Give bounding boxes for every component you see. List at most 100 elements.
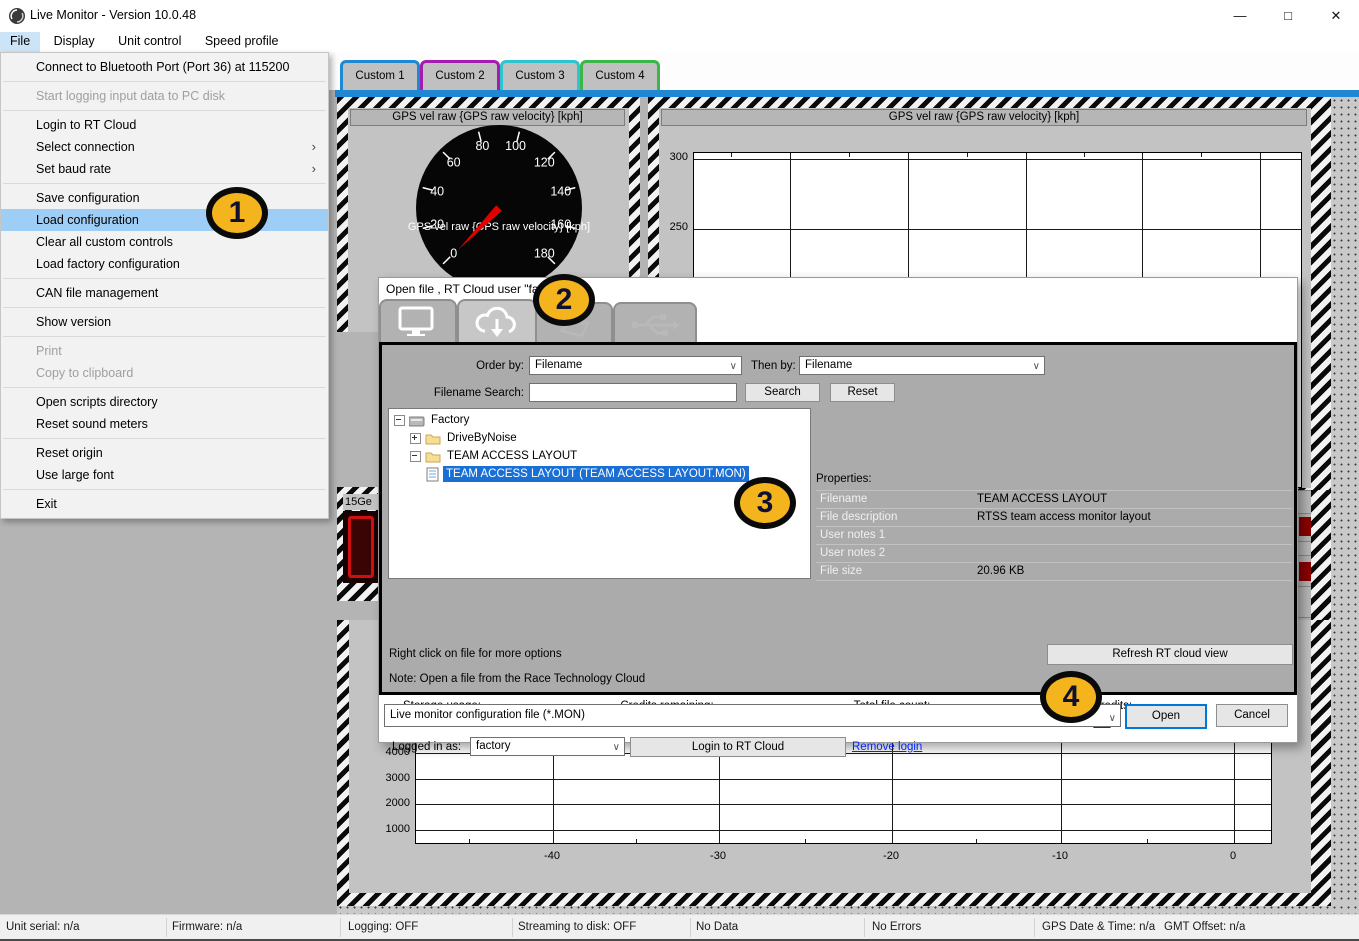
open-file-dialog: Open file , RT Cloud user "fa: [378, 277, 1298, 743]
open-button[interactable]: Open: [1125, 704, 1207, 729]
menu-separator: [3, 110, 326, 111]
callout-1: 1: [206, 187, 268, 239]
properties-table: Filename TEAM ACCESS LAYOUT File descrip…: [816, 490, 1292, 581]
top-chart-title: GPS vel raw {GPS raw velocity} [kph]: [661, 109, 1307, 126]
cancel-button[interactable]: Cancel: [1216, 704, 1288, 727]
file-type-select[interactable]: Live monitor configuration file (*.MON) …: [384, 704, 1121, 727]
drive-icon: [409, 415, 425, 427]
monitor-icon: [394, 306, 438, 338]
close-button[interactable]: ✕: [1321, 6, 1351, 26]
bottom-chart-xtick--20: -20: [871, 850, 911, 862]
status-unit-serial: Unit serial: n/a: [6, 921, 80, 933]
title-bar: Live Monitor - Version 10.0.48 — □ ✕: [0, 0, 1359, 32]
menubar-item-unit-control[interactable]: Unit control: [108, 32, 191, 52]
bottom-chart-ytick-3000: 3000: [378, 772, 410, 784]
status-data: No Data: [696, 921, 738, 933]
logged-in-as-select[interactable]: factory ∨: [470, 737, 625, 756]
tab-custom-3[interactable]: Custom 3: [500, 60, 580, 90]
menubar-item-file[interactable]: File: [0, 32, 40, 52]
gear-panel-label: 15Ge: [343, 494, 380, 510]
gauge-label-120: 120: [534, 156, 555, 170]
expand-icon[interactable]: [410, 433, 421, 444]
collapse-icon[interactable]: [410, 451, 421, 462]
remove-login-link[interactable]: Remove login: [852, 741, 922, 753]
folder-icon: [425, 432, 441, 445]
menu-bar: File Display Unit control Speed profile: [0, 32, 1359, 52]
menu-item-set-baud-rate[interactable]: Set baud rate›: [1, 158, 328, 180]
menubar-item-display[interactable]: Display: [44, 32, 105, 52]
then-by-select[interactable]: Filename ∨: [799, 356, 1045, 375]
submenu-arrow-icon: ›: [312, 158, 316, 180]
menu-item-reset-sound-meters[interactable]: Reset sound meters: [1, 413, 328, 435]
folder-icon: [425, 450, 441, 463]
tab-local-files[interactable]: [379, 299, 457, 344]
filename-search-label: Filename Search:: [418, 387, 524, 399]
gauge-label-140: 140: [550, 184, 571, 198]
menu-item-save-configuration[interactable]: Save configuration: [1, 187, 328, 209]
tree-item-root[interactable]: Factory: [431, 412, 469, 428]
menu-item-load-factory-configuration[interactable]: Load factory configuration: [1, 253, 328, 275]
menubar-item-speed-profile[interactable]: Speed profile: [195, 32, 289, 52]
app-icon: [8, 7, 26, 25]
bottom-chart-xtick--30: -30: [698, 850, 738, 862]
gear-display: [343, 511, 378, 583]
tree-item-folder[interactable]: TEAM ACCESS LAYOUT: [447, 448, 577, 464]
menu-item-reset-origin[interactable]: Reset origin: [1, 442, 328, 464]
property-row: File description RTSS team access monito…: [816, 509, 1292, 527]
gauge-label-100: 100: [505, 139, 526, 153]
refresh-rt-cloud-button[interactable]: Refresh RT cloud view: [1047, 644, 1293, 665]
tab-custom-2[interactable]: Custom 2: [420, 60, 500, 90]
tab-custom-1[interactable]: Custom 1: [340, 60, 420, 90]
tree-item-selected-file[interactable]: TEAM ACCESS LAYOUT (TEAM ACCESS LAYOUT.M…: [443, 466, 749, 482]
menu-item-can-file-management[interactable]: CAN file management: [1, 282, 328, 304]
tab-usb[interactable]: [613, 302, 697, 344]
callout-3: 3: [734, 477, 796, 529]
filename-search-input[interactable]: [529, 383, 737, 402]
status-separator: [166, 918, 167, 937]
login-rt-cloud-button[interactable]: Login to RT Cloud: [630, 737, 846, 757]
menu-item-open-scripts-directory[interactable]: Open scripts directory: [1, 391, 328, 413]
reset-button[interactable]: Reset: [830, 383, 895, 402]
minimize-button[interactable]: —: [1225, 6, 1255, 26]
status-gmt-offset: GMT Offset: n/a: [1164, 921, 1245, 933]
tree-item-folder[interactable]: DriveByNoise: [447, 430, 517, 446]
usb-icon: [629, 309, 681, 339]
order-by-label: Order by:: [442, 360, 524, 372]
menu-item-show-version[interactable]: Show version: [1, 311, 328, 333]
then-by-label: Then by:: [751, 360, 796, 372]
property-row: Filename TEAM ACCESS LAYOUT: [816, 491, 1292, 509]
dialog-note: Note: Open a file from the Race Technolo…: [389, 673, 645, 685]
menu-item-exit[interactable]: Exit: [1, 493, 328, 515]
gauge-label-0: 0: [450, 246, 457, 260]
status-separator: [340, 918, 341, 937]
tab-rt-cloud[interactable]: [457, 299, 537, 344]
tab-custom-4[interactable]: Custom 4: [580, 60, 660, 90]
status-bar: Unit serial: n/a Firmware: n/a Logging: …: [0, 914, 1359, 941]
menu-item-clear-custom-controls[interactable]: Clear all custom controls: [1, 231, 328, 253]
menu-item-login-rt-cloud[interactable]: Login to RT Cloud: [1, 114, 328, 136]
collapse-icon[interactable]: [394, 415, 405, 426]
top-chart-ytick-300: 300: [655, 151, 688, 163]
window-title: Live Monitor - Version 10.0.48: [30, 8, 196, 22]
menu-item-connect-bluetooth[interactable]: Connect to Bluetooth Port (Port 36) at 1…: [1, 56, 328, 78]
menu-item-select-connection[interactable]: Select connection›: [1, 136, 328, 158]
order-by-select[interactable]: Filename ∨: [529, 356, 742, 375]
dialog-main-panel: Order by: Filename ∨ Then by: Filename ∨…: [379, 342, 1297, 695]
maximize-button[interactable]: □: [1273, 6, 1303, 26]
search-button[interactable]: Search: [745, 383, 820, 402]
bottom-chart-xtick--40: -40: [532, 850, 572, 862]
bottom-chart-xtick--10: -10: [1040, 850, 1080, 862]
chevron-down-icon: ∨: [1033, 358, 1040, 375]
gauge-overlay-label: GPS vel raw {GPS raw velocity} [kph]: [408, 221, 590, 233]
status-gps-datetime: GPS Date & Time: n/a: [1042, 921, 1155, 933]
logged-in-as-label: Logged in as:: [392, 741, 461, 753]
chevron-down-icon: ∨: [730, 358, 737, 375]
bottom-chart-xtick-0: 0: [1213, 850, 1253, 862]
menu-item-load-configuration[interactable]: Load configuration: [1, 209, 328, 231]
dialog-title: Open file , RT Cloud user "fa: [386, 282, 539, 296]
chevron-down-icon: ∨: [1109, 708, 1116, 727]
menu-item-use-large-font[interactable]: Use large font: [1, 464, 328, 486]
gauge-label-180: 180: [534, 246, 555, 260]
property-row: File size 20.96 KB: [816, 563, 1292, 581]
file-menu: Connect to Bluetooth Port (Port 36) at 1…: [0, 52, 329, 519]
